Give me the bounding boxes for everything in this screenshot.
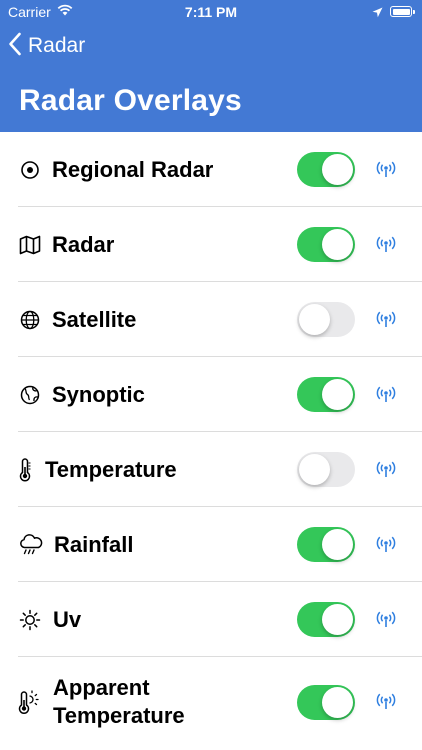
- antenna-icon[interactable]: [375, 310, 397, 330]
- page-title: Radar Overlays: [19, 84, 242, 117]
- overlay-label: Apparent Temperature: [53, 675, 185, 728]
- overlay-toggle[interactable]: [297, 152, 355, 187]
- thermometer-sun-icon: [16, 690, 42, 714]
- globe-icon: [19, 384, 41, 406]
- thermometer-icon: [14, 457, 36, 481]
- overlay-row-rainfall: Rainfall: [0, 507, 422, 582]
- target-icon: [19, 159, 41, 181]
- antenna-icon[interactable]: [375, 460, 397, 480]
- overlay-label: Radar: [52, 231, 115, 257]
- antenna-icon[interactable]: [375, 235, 397, 255]
- overlay-row-synoptic: Synoptic: [0, 357, 422, 432]
- antenna-icon[interactable]: [375, 160, 397, 180]
- location-arrow-icon: [372, 5, 383, 21]
- map-icon: [19, 234, 41, 256]
- overlay-row-apparent-temperature: Apparent Temperature: [0, 657, 422, 747]
- clock: 7:11 PM: [184, 4, 238, 20]
- header: Carrier 7:11 PM Radar Radar Overlays: [0, 0, 422, 132]
- overlay-list: Regional Radar Radar Satellite Synoptic …: [0, 132, 422, 747]
- antenna-icon[interactable]: [375, 385, 397, 405]
- overlay-row-regional-radar: Regional Radar: [0, 132, 422, 207]
- overlay-label: Satellite: [52, 306, 137, 332]
- overlay-row-radar: Radar: [0, 207, 422, 282]
- overlay-toggle[interactable]: [297, 684, 355, 720]
- overlay-toggle[interactable]: [297, 602, 355, 637]
- status-bar: Carrier 7:11 PM: [0, 0, 422, 24]
- battery-icon: [390, 6, 415, 17]
- overlay-row-uv: Uv: [0, 582, 422, 657]
- overlay-label: Uv: [53, 606, 82, 632]
- overlay-label: Regional Radar: [52, 156, 214, 182]
- globe-icon: [19, 309, 41, 331]
- overlay-toggle[interactable]: [297, 377, 355, 412]
- chevron-left-icon: [8, 32, 22, 61]
- overlay-toggle[interactable]: [297, 452, 355, 487]
- overlay-toggle[interactable]: [297, 302, 355, 337]
- overlay-row-satellite: Satellite: [0, 282, 422, 357]
- overlay-label: Rainfall: [54, 531, 134, 557]
- overlay-toggle[interactable]: [297, 527, 355, 562]
- antenna-icon[interactable]: [375, 610, 397, 630]
- antenna-icon[interactable]: [375, 535, 397, 555]
- overlay-toggle[interactable]: [297, 227, 355, 262]
- overlay-label: Temperature: [45, 456, 177, 482]
- antenna-icon[interactable]: [375, 692, 397, 712]
- back-label: Radar: [28, 34, 86, 57]
- overlay-row-temperature: Temperature: [0, 432, 422, 507]
- sun-icon: [19, 609, 41, 631]
- rain-cloud-icon: [18, 533, 44, 556]
- back-button[interactable]: Radar: [8, 30, 85, 62]
- overlay-label: Synoptic: [52, 381, 145, 407]
